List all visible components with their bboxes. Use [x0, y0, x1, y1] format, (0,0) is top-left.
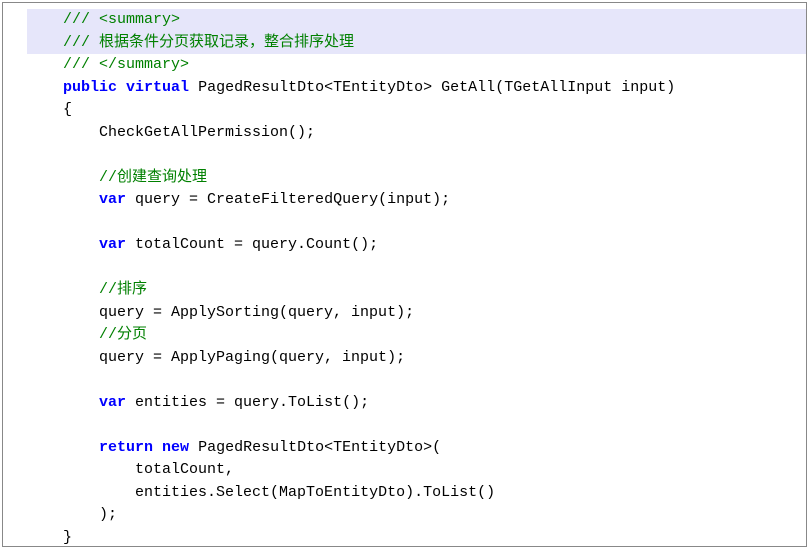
code-line: /// <summary>	[27, 9, 806, 32]
code-line: query = ApplySorting(query, input);	[27, 302, 806, 325]
code-line: //分页	[27, 324, 806, 347]
call-checkpermission: CheckGetAllPermission();	[99, 124, 315, 141]
code-line-blank	[27, 144, 806, 167]
type-pagedresult: PagedResultDto	[198, 79, 324, 96]
stmt-applysorting: query = ApplySorting(query, input);	[99, 304, 414, 321]
keyword-new: new	[162, 439, 189, 456]
code-line: var totalCount = query.Count();	[27, 234, 806, 257]
stmt-entities: entities = query.ToList();	[126, 394, 369, 411]
comment-slashes: ///	[63, 34, 99, 51]
comment-summary-open: ///	[63, 11, 99, 28]
comment-slashes: ///	[63, 56, 99, 73]
param-name: input	[621, 79, 666, 96]
comment-tag: </summary>	[99, 56, 189, 73]
code-line: public virtual PagedResultDto<TEntityDto…	[27, 77, 806, 100]
keyword-public: public	[63, 79, 117, 96]
code-line: /// 根据条件分页获取记录，整合排序处理	[27, 32, 806, 55]
stmt-query: query = CreateFilteredQuery(input);	[126, 191, 450, 208]
keyword-var: var	[99, 191, 126, 208]
type-pagedresult: PagedResultDto	[198, 439, 324, 456]
code-area: /// <summary> /// 根据条件分页获取记录，整合排序处理 /// …	[27, 9, 806, 549]
comment-create-query: //创建查询处理	[99, 169, 207, 186]
code-line: CheckGetAllPermission();	[27, 122, 806, 145]
keyword-var: var	[99, 394, 126, 411]
paren-close: )	[666, 79, 675, 96]
stmt-close: );	[99, 506, 117, 523]
code-line-blank	[27, 414, 806, 437]
comment-tag: <summary>	[99, 11, 180, 28]
method-getall: GetAll	[441, 79, 495, 96]
brace-open: {	[63, 101, 72, 118]
code-line: entities.Select(MapToEntityDto).ToList()	[27, 482, 806, 505]
code-container: /// <summary> /// 根据条件分页获取记录，整合排序处理 /// …	[2, 2, 807, 547]
stmt-totalcount: totalCount = query.Count();	[126, 236, 378, 253]
keyword-virtual: virtual	[126, 79, 189, 96]
type-entitydto: TEntityDto	[333, 79, 423, 96]
comment-sort: //排序	[99, 281, 147, 298]
generic-open: <	[324, 439, 333, 456]
code-line: var entities = query.ToList();	[27, 392, 806, 415]
stmt-applypaging: query = ApplyPaging(query, input);	[99, 349, 405, 366]
paren-open: (	[432, 439, 441, 456]
stmt-entities-select: entities.Select(MapToEntityDto).ToList()	[135, 484, 495, 501]
code-line: query = ApplyPaging(query, input);	[27, 347, 806, 370]
code-line: var query = CreateFilteredQuery(input);	[27, 189, 806, 212]
code-line: /// </summary>	[27, 54, 806, 77]
code-line: {	[27, 99, 806, 122]
code-line: );	[27, 504, 806, 527]
param-type: TGetAllInput	[504, 79, 612, 96]
generic-close: >	[423, 439, 432, 456]
code-line-blank	[27, 257, 806, 280]
comment-text: 根据条件分页获取记录，整合排序处理	[99, 34, 354, 51]
type-entitydto: TEntityDto	[333, 439, 423, 456]
keyword-return: return	[99, 439, 153, 456]
keyword-var: var	[99, 236, 126, 253]
generic-open: <	[324, 79, 333, 96]
code-line-blank	[27, 369, 806, 392]
code-line: //创建查询处理	[27, 167, 806, 190]
code-line: //排序	[27, 279, 806, 302]
code-line: }	[27, 527, 806, 550]
generic-close: >	[423, 79, 432, 96]
code-line: return new PagedResultDto<TEntityDto>(	[27, 437, 806, 460]
code-line-blank	[27, 212, 806, 235]
stmt-totalcount-arg: totalCount,	[135, 461, 234, 478]
paren-open: (	[495, 79, 504, 96]
code-line: totalCount,	[27, 459, 806, 482]
brace-close: }	[63, 529, 72, 546]
comment-page: //分页	[99, 326, 147, 343]
